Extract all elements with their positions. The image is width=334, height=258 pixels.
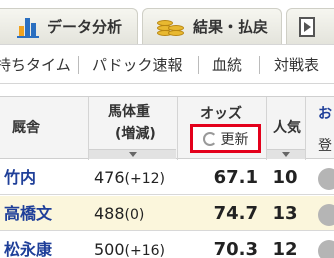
col-header-weight-change: (増減): [115, 126, 156, 142]
favorite-icon[interactable]: [318, 240, 334, 258]
table-row: 高橋文 488(0) 74.7 13: [0, 196, 334, 231]
bar-chart-icon: [17, 16, 39, 38]
horse-weight: 476(+12): [94, 160, 165, 195]
odds-refresh-button[interactable]: 更新: [190, 124, 261, 153]
tab-data-analysis[interactable]: データ分析: [0, 8, 138, 44]
weight-change: (0): [124, 207, 145, 223]
favorite-icon[interactable]: [318, 168, 334, 190]
col-header-stable: 厩舎: [12, 120, 40, 136]
sub-navigation: 持ちタイム パドック速報 血統 対戦表: [0, 44, 334, 84]
column-divider: [177, 97, 178, 160]
subnav-divider: [198, 56, 199, 74]
tab-data-analysis-label: データ分析: [47, 18, 123, 36]
weight-change: (+12): [124, 171, 166, 187]
subnav-pedigree[interactable]: 血統: [212, 54, 242, 75]
tab-results-label: 結果・払戻: [193, 18, 269, 36]
table-row: 竹内 476(+12) 67.1 10: [0, 160, 334, 195]
weight-value: 500: [94, 240, 125, 258]
register-label[interactable]: 登: [318, 135, 332, 155]
weight-sort-toggle[interactable]: [89, 149, 176, 159]
subnav-matchup[interactable]: 対戦表: [274, 54, 319, 75]
table-header: 厩舎 馬体重 (増減) オッズ 人気 お 登: [0, 96, 334, 160]
favorite-icon[interactable]: [318, 204, 334, 226]
odds-value: 70.3: [213, 239, 258, 258]
horse-weight: 488(0): [94, 196, 144, 231]
subnav-divider: [259, 56, 260, 74]
coins-icon: [157, 16, 185, 38]
subnav-mochi-time[interactable]: 持ちタイム: [0, 54, 71, 75]
horse-weight: 500(+16): [94, 232, 165, 258]
stable-name[interactable]: 竹内: [4, 160, 36, 195]
refresh-label: 更新: [220, 131, 249, 148]
tab-video[interactable]: [286, 8, 334, 44]
odds-value: 67.1: [213, 167, 258, 188]
popularity-rank: 13: [272, 203, 298, 224]
popularity-sort-toggle[interactable]: [267, 149, 305, 159]
refresh-icon: [202, 131, 217, 146]
main-tab-bar: データ分析 結果・払戻: [0, 0, 334, 44]
weight-change: (+16): [124, 243, 166, 258]
column-divider: [305, 97, 306, 160]
stable-name[interactable]: 高橋文: [4, 196, 52, 231]
tab-results-payout[interactable]: 結果・払戻: [142, 8, 282, 44]
weight-value: 476: [94, 168, 125, 187]
col-header-weight: 馬体重: [108, 104, 150, 120]
subnav-divider: [78, 56, 79, 74]
subnav-paddock[interactable]: パドック速報: [92, 54, 182, 75]
table-row: 松永康 500(+16) 70.3 12: [0, 232, 334, 258]
col-header-odds: オッズ: [200, 106, 242, 122]
weight-value: 488: [94, 204, 125, 223]
stable-name[interactable]: 松永康: [4, 232, 52, 258]
popularity-rank: 12: [272, 239, 298, 258]
col-header-extra[interactable]: お: [318, 103, 332, 123]
popularity-rank: 10: [272, 167, 298, 188]
video-icon: [299, 16, 315, 37]
odds-value: 74.7: [213, 203, 258, 224]
col-header-popularity: 人気: [273, 120, 301, 136]
